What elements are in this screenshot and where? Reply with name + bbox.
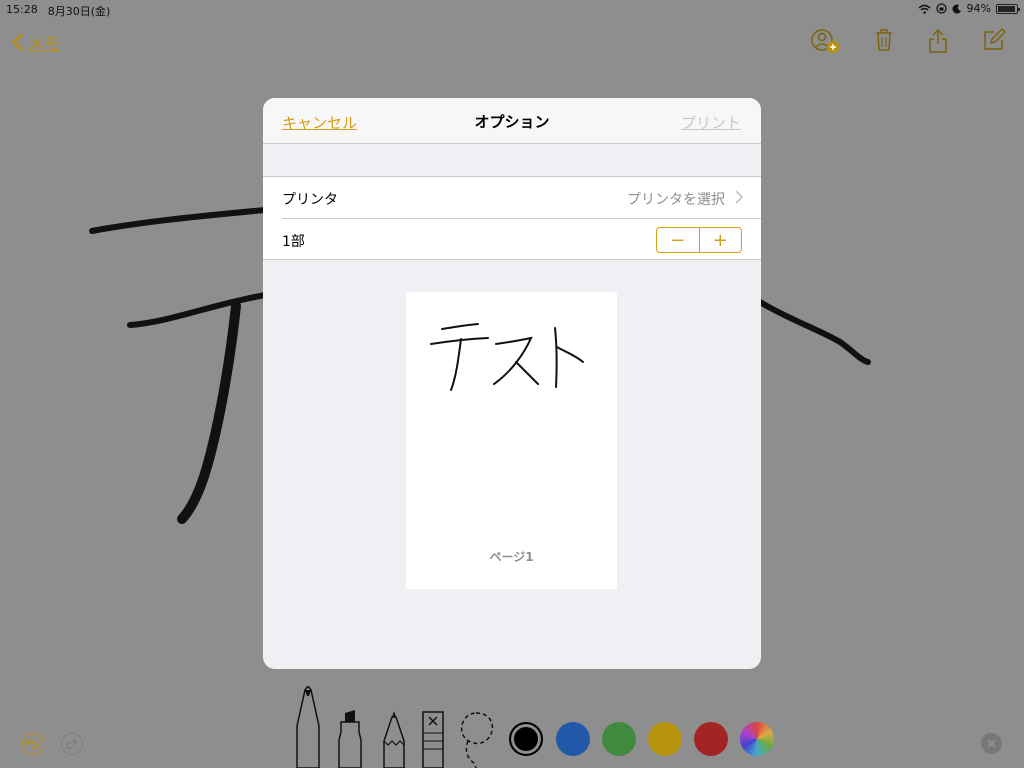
compose-icon[interactable] [982,28,1006,52]
share-icon[interactable] [928,28,948,54]
copies-stepper: − + [656,227,742,253]
chevron-right-icon [735,190,743,204]
lasso-tool-icon[interactable] [456,711,496,768]
copies-row: 1部 − + [282,218,761,259]
status-time: 15:28 [6,3,38,16]
undo-button[interactable] [22,733,44,755]
trash-icon[interactable] [874,28,894,52]
decrement-button[interactable]: − [657,228,700,252]
close-toolbar-button[interactable] [981,733,1002,754]
undo-icon [25,738,38,749]
color-picker-wheel[interactable] [740,722,774,756]
note-actions [810,28,1006,54]
chevron-left-icon [12,33,23,51]
print-options-dialog: キャンセル オプション プリント プリンタ プリンタを選択 1部 − + ページ [263,98,761,669]
print-button[interactable]: プリント [681,112,741,133]
eraser-tool-icon[interactable] [421,711,445,768]
page-preview[interactable]: ページ1 [406,292,617,589]
redo-button[interactable] [61,733,83,755]
battery-icon [996,3,1020,14]
add-person-icon[interactable] [810,28,840,54]
back-button[interactable]: メモ [12,30,60,54]
orientation-lock-icon [935,3,947,14]
status-date: 8月30日(金) [47,5,111,18]
printer-label: プリンタ [282,192,338,208]
pencil-tool-icon[interactable] [380,711,408,768]
pen-tool-icon[interactable] [293,686,323,768]
battery-percent: 94% [966,2,991,15]
page-number-label: ページ1 [489,550,534,564]
color-black-selected[interactable] [509,722,543,756]
copies-label: 1部 [282,234,305,250]
wifi-icon [918,4,931,14]
moon-icon [952,4,961,14]
redo-icon [66,738,79,749]
printer-row[interactable]: プリンタ プリンタを選択 [263,177,761,218]
increment-button[interactable]: + [700,228,742,252]
preview-handwriting [430,323,584,391]
print-settings-group: プリンタ プリンタを選択 1部 − + [263,176,761,260]
color-green[interactable] [602,722,636,756]
color-blue[interactable] [556,722,590,756]
marker-tool-icon[interactable] [335,710,365,768]
back-label: メモ [28,34,61,53]
status-bar: 15:28 8月30日(金) 94% [0,0,1024,20]
close-icon [987,739,996,748]
printer-value: プリンタを選択 [627,192,725,208]
dialog-header: キャンセル オプション プリント [263,98,761,144]
color-yellow[interactable] [648,722,682,756]
color-red[interactable] [694,722,728,756]
